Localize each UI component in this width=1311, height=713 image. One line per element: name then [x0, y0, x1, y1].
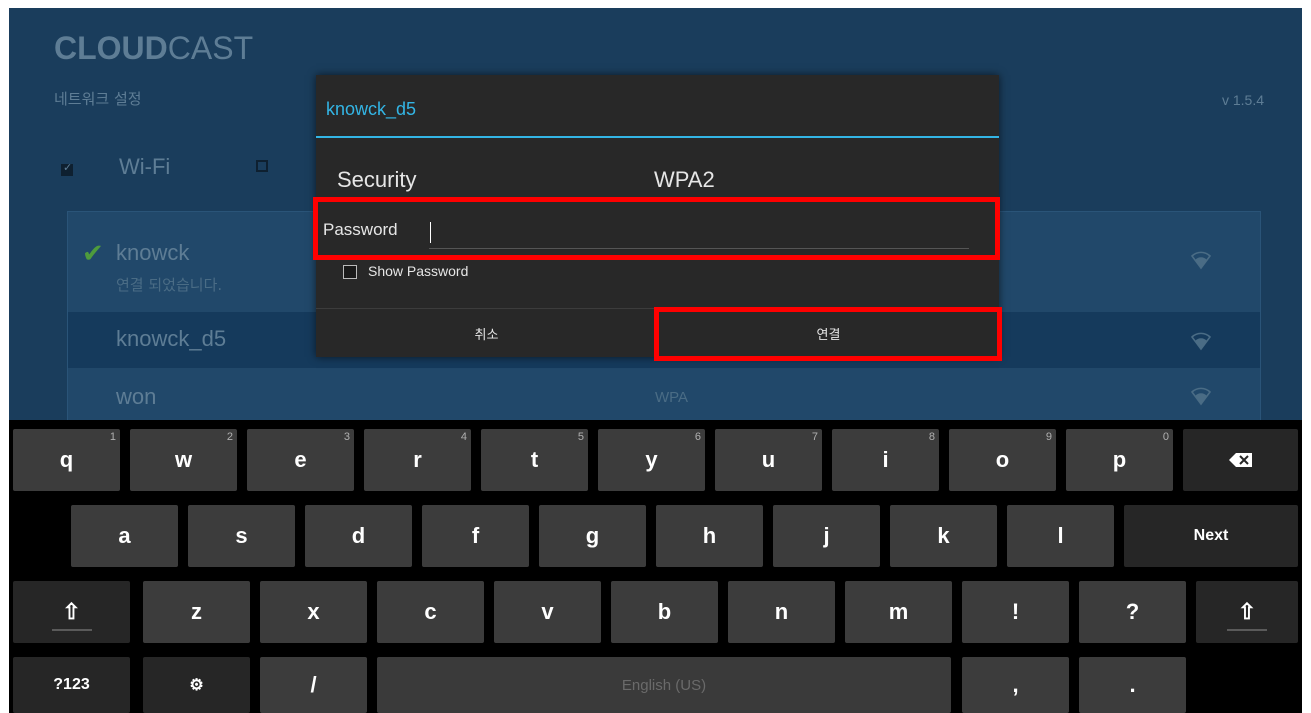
key-period[interactable]: . [1079, 657, 1186, 713]
dialog-title-divider [316, 136, 999, 138]
page-subtitle: 네트워크 설정 [54, 90, 142, 108]
key-j[interactable]: j [773, 505, 880, 567]
symbols-key[interactable]: ?123 [13, 657, 130, 713]
network-name: knowck_d5 [116, 326, 227, 351]
settings-icon: ⚙ [189, 677, 204, 694]
key-y[interactable]: y6 [598, 429, 705, 491]
key-comma[interactable]: , [962, 657, 1069, 713]
key-t[interactable]: t5 [481, 429, 588, 491]
key-n[interactable]: n [728, 581, 835, 643]
cancel-button[interactable]: 취소 [316, 309, 657, 357]
password-highlight-box [313, 197, 1000, 260]
key-g[interactable]: g [539, 505, 646, 567]
key-s[interactable]: s [188, 505, 295, 567]
wifi-checkbox[interactable] [61, 161, 73, 176]
screen: CLOUDCAST 네트워크 설정 v 1.5.4 Wi-Fi ✔ knowck… [9, 8, 1302, 713]
shift-icon: ⇧ [1237, 599, 1257, 624]
key-m[interactable]: m [845, 581, 952, 643]
keyboard-settings-key[interactable]: ⚙ [143, 657, 250, 713]
space-key[interactable]: English (US) [377, 657, 951, 713]
backspace-icon [1228, 453, 1252, 467]
key-v[interactable]: v [494, 581, 601, 643]
key-exclamation[interactable]: ! [962, 581, 1069, 643]
key-k[interactable]: k [890, 505, 997, 567]
key-slash[interactable]: / [260, 657, 367, 713]
shift-icon: ⇧ [62, 599, 81, 624]
key-l[interactable]: l [1007, 505, 1114, 567]
key-c[interactable]: c [377, 581, 484, 643]
network-row-won[interactable]: won WPA [68, 372, 1260, 422]
app-logo: CLOUDCAST [54, 30, 254, 66]
network-status: 연결 되었습니다. [116, 276, 223, 294]
wifi-signal-icon [1190, 251, 1212, 270]
connected-check-icon: ✔ [82, 238, 104, 268]
key-o[interactable]: o9 [949, 429, 1056, 491]
key-a[interactable]: a [71, 505, 178, 567]
soft-keyboard: q1 w2 e3 r4 t5 y6 u7 i8 o9 p0 a s d f g … [9, 420, 1302, 713]
wifi-label: Wi-Fi [119, 154, 171, 179]
security-label: Security [337, 167, 417, 192]
key-h[interactable]: h [656, 505, 763, 567]
network-name: won [116, 384, 157, 409]
key-p[interactable]: p0 [1066, 429, 1173, 491]
wifi-signal-icon [1190, 387, 1212, 406]
key-x[interactable]: x [260, 581, 367, 643]
network-name: knowck [116, 240, 190, 265]
key-d[interactable]: d [305, 505, 412, 567]
key-e[interactable]: e3 [247, 429, 354, 491]
network-security: WPA [655, 389, 689, 406]
shift-key-right[interactable]: ⇧ [1196, 581, 1298, 643]
backspace-key[interactable] [1183, 429, 1298, 491]
version-label: v 1.5.4 [1221, 92, 1264, 108]
shift-key-left[interactable]: ⇧ [13, 581, 130, 643]
ethernet-checkbox[interactable] [256, 160, 268, 172]
wifi-signal-icon [1190, 332, 1212, 351]
show-password-checkbox[interactable] [343, 265, 357, 279]
key-w[interactable]: w2 [130, 429, 237, 491]
key-question[interactable]: ? [1079, 581, 1186, 643]
key-f[interactable]: f [422, 505, 529, 567]
connect-highlight-box [654, 307, 1002, 361]
key-q[interactable]: q1 [13, 429, 120, 491]
key-b[interactable]: b [611, 581, 718, 643]
dialog-title: knowck_d5 [326, 99, 417, 119]
security-value: WPA2 [654, 167, 715, 192]
key-z[interactable]: z [143, 581, 250, 643]
next-key[interactable]: Next [1124, 505, 1298, 567]
key-u[interactable]: u7 [715, 429, 822, 491]
key-r[interactable]: r4 [364, 429, 471, 491]
key-i[interactable]: i8 [832, 429, 939, 491]
show-password-label: Show Password [368, 263, 469, 279]
